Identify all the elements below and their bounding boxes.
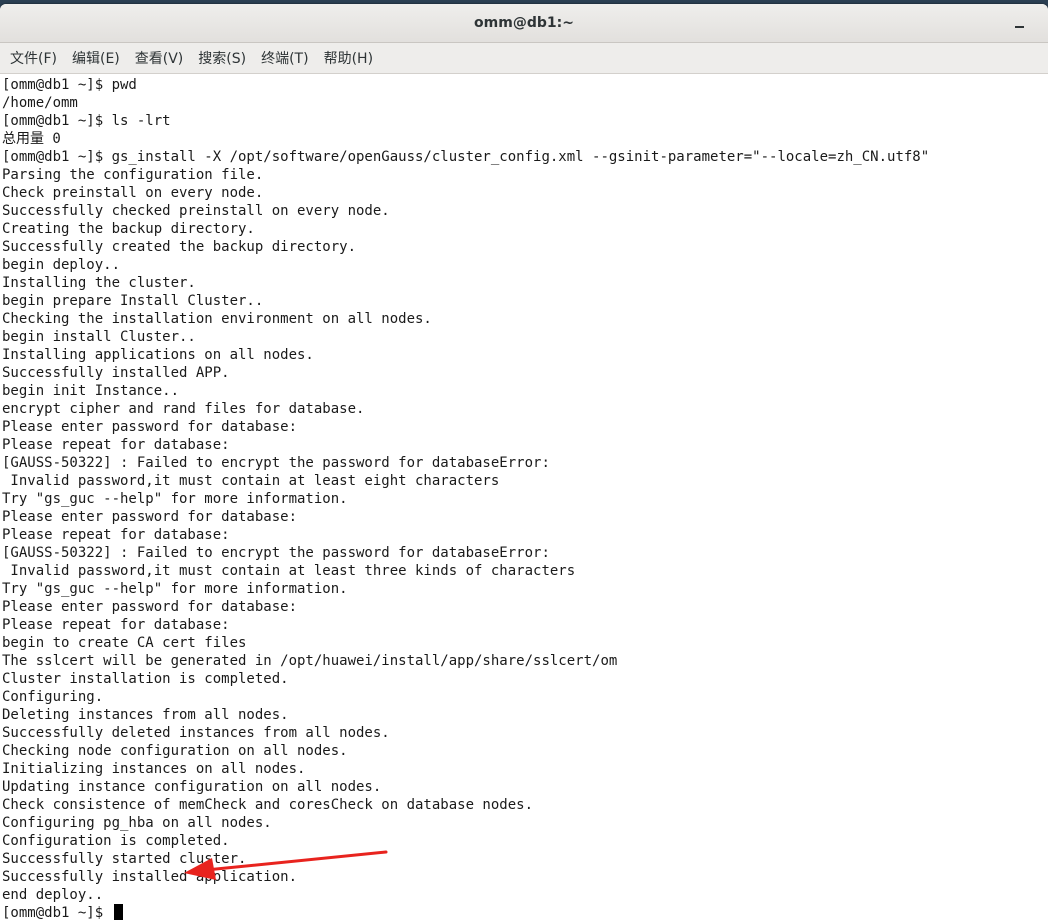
- terminal-line: begin deploy..: [2, 257, 121, 273]
- terminal-line: Configuring.: [2, 689, 104, 705]
- terminal-line: Please repeat for database:: [2, 437, 230, 453]
- terminal-line: begin install Cluster..: [2, 329, 196, 345]
- terminal-line: begin to create CA cert files: [2, 635, 247, 651]
- terminal-line: Check consistence of memCheck and coresC…: [2, 797, 534, 813]
- terminal-line: Deleting instances from all nodes.: [2, 707, 289, 723]
- minimize-button[interactable]: [1014, 16, 1028, 30]
- terminal-line: 总用量 0: [2, 131, 61, 147]
- terminal-line: Successfully checked preinstall on every…: [2, 203, 390, 219]
- menu-help[interactable]: 帮助(H): [318, 44, 379, 72]
- terminal-line: Successfully created the backup director…: [2, 239, 357, 255]
- terminal-line: /home/omm: [2, 95, 78, 111]
- menu-terminal[interactable]: 终端(T): [255, 44, 314, 72]
- terminal-line: Please enter password for database:: [2, 599, 298, 615]
- menu-bar: 文件(F) 编辑(E) 查看(V) 搜索(S) 终端(T) 帮助(H): [0, 43, 1048, 74]
- terminal-line: Invalid password,it must contain at leas…: [2, 473, 500, 489]
- terminal-window: omm@db1:~ 文件(F) 编辑(E) 查看(V) 搜索(S) 终端(T) …: [0, 4, 1048, 922]
- terminal-line: [GAUSS-50322] : Failed to encrypt the pa…: [2, 455, 550, 471]
- terminal-line: Check preinstall on every node.: [2, 185, 264, 201]
- terminal-line: Please repeat for database:: [2, 617, 230, 633]
- terminal-line: Initializing instances on all nodes.: [2, 761, 306, 777]
- window-title: omm@db1:~: [474, 15, 574, 31]
- terminal-line: Successfully deleted instances from all …: [2, 725, 390, 741]
- terminal-line: Checking node configuration on all nodes…: [2, 743, 348, 759]
- terminal-line: begin init Instance..: [2, 383, 180, 399]
- terminal-line: encrypt cipher and rand files for databa…: [2, 401, 365, 417]
- terminal-output[interactable]: [omm@db1 ~]$ pwd /home/omm [omm@db1 ~]$ …: [0, 74, 1048, 922]
- terminal-line: [omm@db1 ~]$ gs_install -X /opt/software…: [2, 149, 930, 165]
- terminal-line: Cluster installation is completed.: [2, 671, 289, 687]
- terminal-line: Configuration is completed.: [2, 833, 230, 849]
- terminal-line: Please enter password for database:: [2, 419, 298, 435]
- terminal-line: Invalid password,it must contain at leas…: [2, 563, 576, 579]
- terminal-line: Checking the installation environment on…: [2, 311, 432, 327]
- terminal-line: end deploy..: [2, 887, 104, 903]
- terminal-line: Try "gs_guc --help" for more information…: [2, 581, 348, 597]
- terminal-line: [GAUSS-50322] : Failed to encrypt the pa…: [2, 545, 550, 561]
- terminal-prompt: [omm@db1 ~]$: [2, 905, 112, 921]
- menu-view[interactable]: 查看(V): [129, 44, 190, 72]
- terminal-line: Successfully installed APP.: [2, 365, 230, 381]
- terminal-line: Try "gs_guc --help" for more information…: [2, 491, 348, 507]
- terminal-line: Successfully started cluster.: [2, 851, 247, 867]
- terminal-line: Please repeat for database:: [2, 527, 230, 543]
- title-bar[interactable]: omm@db1:~: [0, 4, 1048, 43]
- terminal-line: Parsing the configuration file.: [2, 167, 264, 183]
- terminal-prompt-line: [omm@db1 ~]$: [2, 904, 1048, 922]
- terminal-line: Creating the backup directory.: [2, 221, 255, 237]
- terminal-line: Updating instance configuration on all n…: [2, 779, 382, 795]
- terminal-line: Successfully installed application.: [2, 869, 298, 885]
- terminal-line: begin prepare Install Cluster..: [2, 293, 264, 309]
- menu-edit[interactable]: 编辑(E): [66, 44, 126, 72]
- terminal-line: Installing the cluster.: [2, 275, 196, 291]
- terminal-line: Please enter password for database:: [2, 509, 298, 525]
- terminal-line: The sslcert will be generated in /opt/hu…: [2, 653, 618, 669]
- menu-file[interactable]: 文件(F): [4, 44, 63, 72]
- terminal-line: [omm@db1 ~]$ pwd: [2, 77, 137, 93]
- terminal-line: Installing applications on all nodes.: [2, 347, 314, 363]
- terminal-line: Configuring pg_hba on all nodes.: [2, 815, 272, 831]
- menu-search[interactable]: 搜索(S): [192, 44, 252, 72]
- terminal-line: [omm@db1 ~]$ ls -lrt: [2, 113, 171, 129]
- terminal-cursor: [113, 904, 123, 920]
